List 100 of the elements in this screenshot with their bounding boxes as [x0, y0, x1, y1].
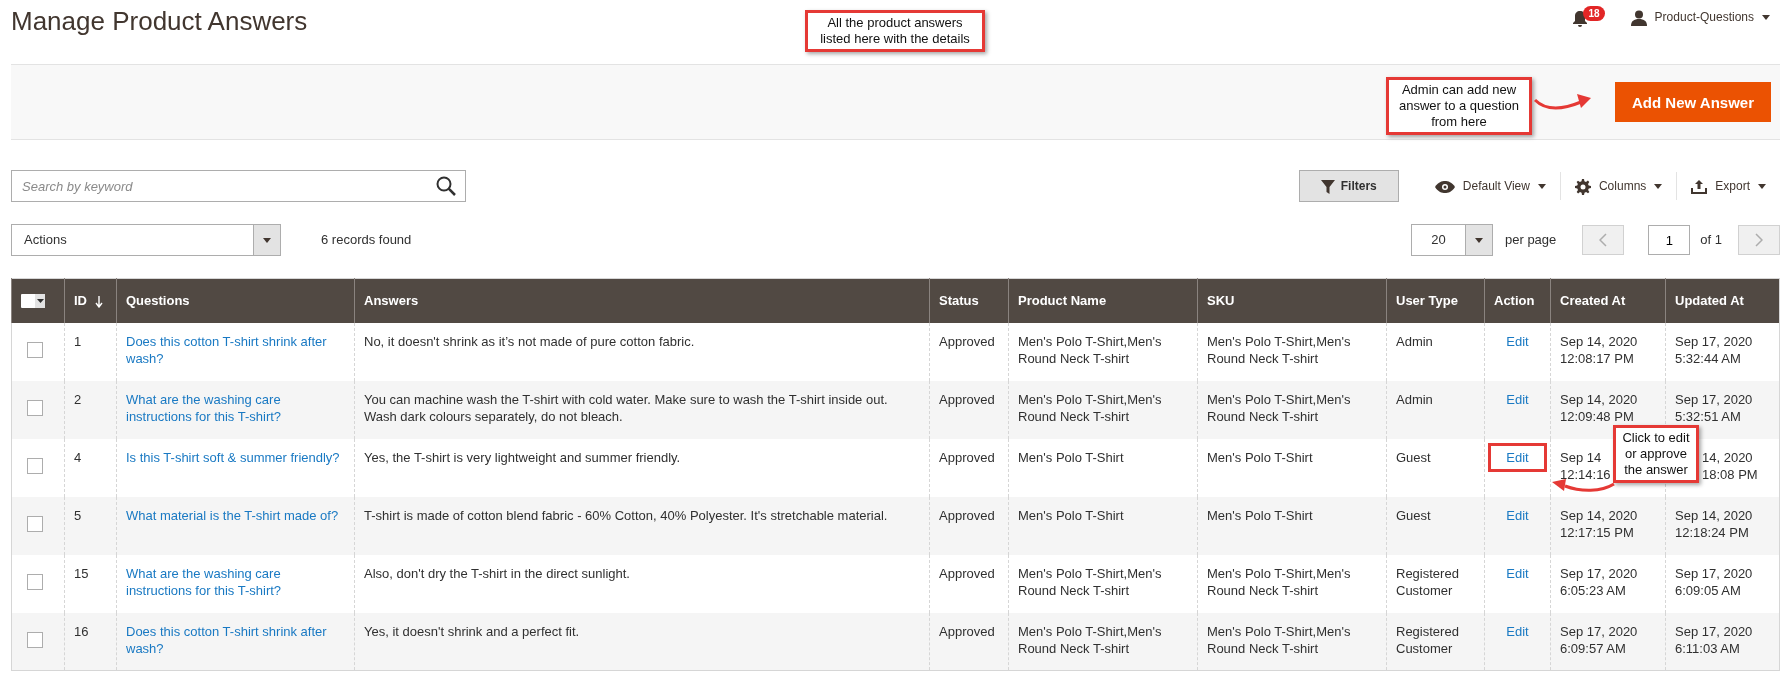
updated-time: 6:09:05 AM — [1675, 581, 1741, 599]
caret-icon — [1537, 183, 1546, 189]
question-link[interactable]: Is this T-shirt soft & summer friendly? — [126, 448, 345, 466]
id-cell: 1 — [74, 333, 82, 349]
row-checkbox[interactable] — [27, 457, 43, 474]
id-cell: 4 — [74, 449, 82, 465]
updated-time: 5:32:51 AM — [1675, 407, 1741, 425]
status-cell: Approved — [939, 507, 995, 523]
row-checkbox[interactable] — [27, 341, 43, 358]
column-header[interactable]: Status — [929, 278, 1009, 323]
sku-cell: Men's Polo T-Shirt,Men's Round Neck T-shirt — [1207, 333, 1351, 366]
filters-button[interactable]: Filters — [1298, 170, 1399, 202]
chevron-icon — [1755, 233, 1763, 247]
created-time: 12:17:15 PM — [1560, 523, 1634, 541]
caret-icon — [1762, 14, 1770, 20]
status-cell: Approved — [939, 333, 995, 349]
per-page-dropdown[interactable]: 20 — [1411, 224, 1493, 256]
updated-date: Sep 17, 2020 — [1675, 564, 1753, 582]
column-header[interactable]: Updated At — [1665, 278, 1780, 323]
updated-time: 5:32:44 AM — [1675, 349, 1741, 367]
updated-date: Sep 14, 2020 — [1675, 506, 1753, 524]
page-count-label: of 1 — [1700, 231, 1722, 250]
column-header[interactable]: Action — [1484, 278, 1551, 323]
view-dropdown[interactable]: Default View — [1420, 177, 1560, 195]
column-header[interactable]: Questions — [116, 278, 355, 323]
notification-bell-icon[interactable] — [1572, 10, 1589, 28]
updated-date: Sep 17, 2020 — [1675, 332, 1753, 350]
callout-arrow — [1552, 479, 1615, 492]
product-name-cell: Men's Polo T-Shirt — [1018, 507, 1124, 523]
user-type-cell: Admin — [1396, 391, 1433, 407]
user-type-cell: Admin — [1396, 333, 1433, 349]
row-checkbox[interactable] — [27, 631, 43, 648]
notification-count: 18 — [1583, 6, 1605, 21]
column-header[interactable]: ID — [64, 278, 117, 323]
question-link[interactable]: What are the washing care instructions for this T-shirt? — [126, 564, 345, 599]
search-field[interactable]: Search by keyword — [11, 170, 466, 202]
status-cell: Approved — [939, 391, 995, 407]
edit-link[interactable]: Edit — [1488, 326, 1547, 356]
created-date: Sep 14, 2020 — [1560, 332, 1638, 350]
row-checkbox[interactable] — [27, 573, 43, 590]
edit-link[interactable]: Edit — [1488, 442, 1547, 472]
funnel-icon — [1320, 177, 1335, 195]
created-time: 12:14:16 — [1560, 465, 1611, 483]
export-dropdown[interactable]: Export — [1677, 177, 1780, 195]
page-number-field[interactable]: 1 — [1648, 225, 1691, 255]
per-page-label: per page — [1505, 231, 1557, 250]
chevron-icon — [1599, 233, 1608, 247]
sku-cell: Men's Polo T-Shirt,Men's Round Neck T-shirt — [1207, 623, 1351, 656]
row-checkbox[interactable] — [27, 399, 43, 416]
row-checkbox[interactable] — [27, 515, 43, 532]
answer-cell: You can machine wash the T-shirt with cold water. Make sure to wash the T-shirt inside out. Wash dark colours separately, do not bleach. — [364, 391, 888, 424]
callout-note: Click to edit or approve the answer — [1613, 425, 1699, 483]
created-date: Sep 17, 2020 — [1560, 622, 1638, 640]
actions-dropdown[interactable]: Actions — [11, 224, 281, 256]
created-date: Sep 14, 2020 — [1560, 506, 1638, 524]
updated-time: 18:08 PM — [1702, 465, 1758, 483]
question-link[interactable]: Does this cotton T-shirt shrink after wash? — [126, 332, 345, 367]
id-cell: 2 — [74, 391, 82, 407]
product-name-cell: Men's Polo T-Shirt — [1018, 449, 1124, 465]
created-time: 6:09:57 AM — [1560, 639, 1626, 657]
export-icon — [1691, 177, 1708, 195]
records-count: 6 records found — [321, 231, 412, 250]
updated-date: Sep 17, 2020 — [1675, 390, 1753, 408]
updated-time: 6:11:03 AM — [1675, 639, 1740, 657]
column-header[interactable]: Created At — [1550, 278, 1666, 323]
answer-cell: Also, don't dry the T-shirt in the direct sunlight. — [364, 565, 630, 581]
created-date: Sep 14, 2020 — [1560, 390, 1638, 408]
product-name-cell: Men's Polo T-Shirt,Men's Round Neck T-shirt — [1018, 333, 1162, 366]
sku-cell: Men's Polo T-Shirt — [1207, 507, 1313, 523]
caret-icon — [36, 298, 44, 303]
created-time: 12:09:48 PM — [1560, 407, 1634, 425]
caret-icon — [263, 237, 271, 243]
column-header[interactable]: Answers — [354, 278, 930, 323]
callout-arrow — [1534, 94, 1591, 110]
column-header[interactable]: Product Name — [1008, 278, 1198, 323]
mass-select-control[interactable] — [21, 293, 45, 308]
user-menu[interactable]: Product-Questions — [1630, 8, 1770, 26]
status-cell: Approved — [939, 623, 995, 639]
answer-cell: Yes, it doesn't shrink and a perfect fit. — [364, 623, 580, 639]
column-header[interactable]: User Type — [1386, 278, 1485, 323]
product-name-cell: Men's Polo T-Shirt,Men's Round Neck T-shirt — [1018, 565, 1162, 598]
sku-cell: Men's Polo T-Shirt,Men's Round Neck T-shirt — [1207, 565, 1351, 598]
next-page-button[interactable] — [1738, 225, 1780, 255]
user-type-cell: Registered Customer — [1396, 623, 1459, 656]
product-name-cell: Men's Polo T-Shirt,Men's Round Neck T-shirt — [1018, 623, 1162, 656]
user-type-cell: Guest — [1396, 507, 1431, 523]
id-cell: 5 — [74, 507, 82, 523]
answer-cell: No, it doesn't shrink as it’s not made of pure cotton fabric. — [364, 333, 695, 349]
updated-time: 12:18:24 PM — [1675, 523, 1749, 541]
updated-date: Sep 17, 2020 — [1675, 622, 1753, 640]
previous-page-button[interactable] — [1582, 225, 1625, 255]
columns-dropdown[interactable]: Columns — [1560, 177, 1677, 195]
caret-icon — [1654, 183, 1663, 189]
edit-link[interactable]: Edit — [1488, 558, 1547, 588]
column-header[interactable]: SKU — [1197, 278, 1387, 323]
sku-cell: Men's Polo T-Shirt — [1207, 449, 1313, 465]
add-new-answer-button[interactable]: Add New Answer — [1615, 82, 1771, 122]
id-cell: 16 — [74, 623, 89, 639]
product-name-cell: Men's Polo T-Shirt,Men's Round Neck T-shirt — [1018, 391, 1162, 424]
search-icon[interactable] — [436, 176, 456, 196]
